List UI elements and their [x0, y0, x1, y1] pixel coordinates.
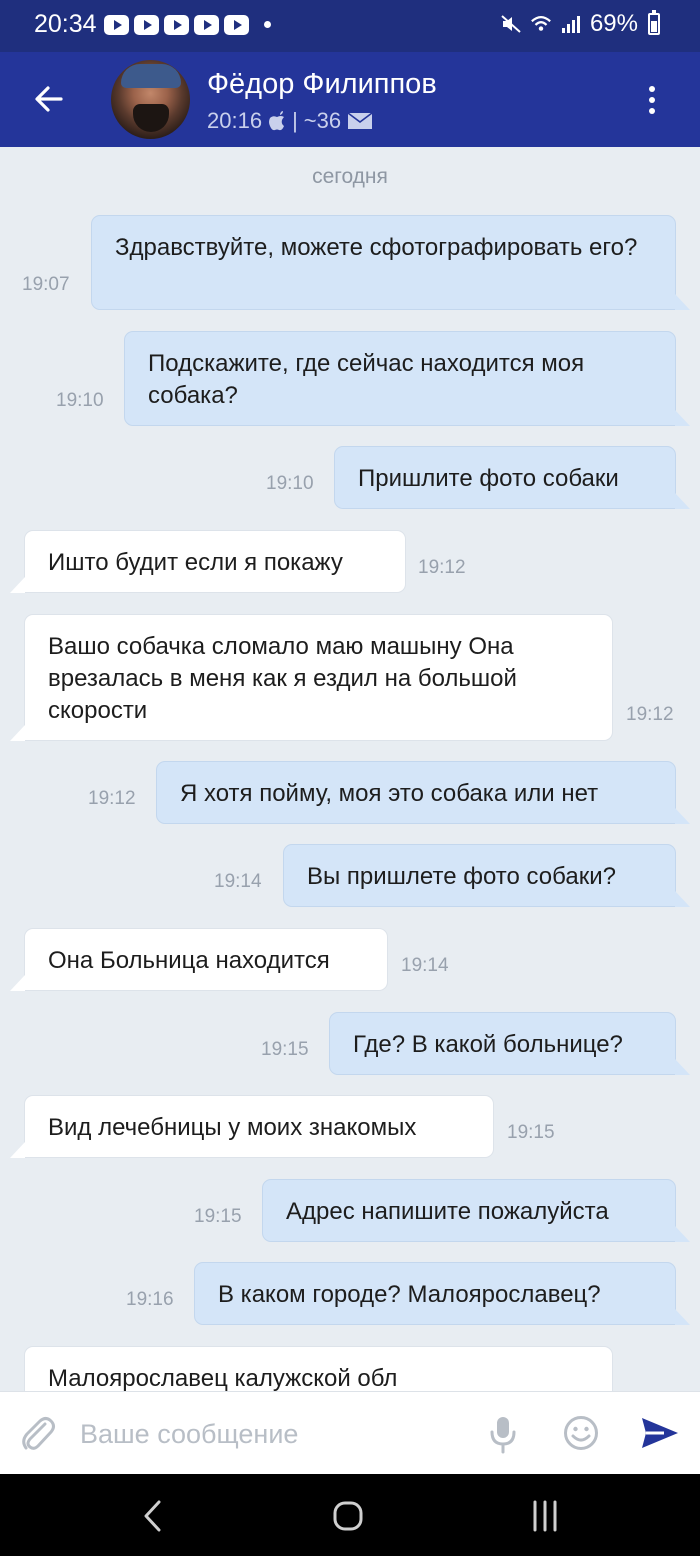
- outgoing-message[interactable]: Вы пришлете фото собаки?: [283, 844, 690, 907]
- message-text: Вид лечебницы у моих знакомых: [48, 1114, 417, 1141]
- status-bar: 20:34 69%: [0, 0, 700, 52]
- voice-message-button[interactable]: [486, 1412, 520, 1456]
- last-seen-time: 20:16: [207, 108, 263, 133]
- separator: |: [292, 108, 298, 133]
- nav-home-button[interactable]: [325, 1494, 371, 1538]
- message-time: 19:15: [507, 1122, 555, 1143]
- message-time: 19:14: [214, 871, 262, 892]
- message-input[interactable]: [80, 1414, 470, 1454]
- microphone-icon: [490, 1417, 516, 1454]
- message-text: Малоярославец калужской обл: [48, 1365, 398, 1391]
- avatar-hat: [121, 64, 181, 88]
- back-arrow-icon: [35, 86, 63, 112]
- nav-back-icon: [144, 1500, 161, 1532]
- message-count: ~36: [303, 108, 342, 133]
- message-list[interactable]: сегодня Здравствуйте, можете сфотографир…: [0, 147, 700, 1391]
- mute-icon: [501, 15, 521, 33]
- youtube-notification-icon: [104, 15, 129, 35]
- message-text: В каком городе? Малоярославец?: [218, 1281, 601, 1308]
- contact-status: 20:16 | ~36: [207, 108, 373, 134]
- paperclip-icon: [22, 1417, 55, 1450]
- message-text: Где? В какой больнице?: [353, 1031, 623, 1058]
- wifi-icon: [531, 16, 551, 31]
- nav-back-button[interactable]: [130, 1494, 176, 1538]
- send-icon: [642, 1418, 678, 1448]
- message-text: Пришлите фото собаки: [358, 465, 619, 492]
- outgoing-message[interactable]: Адрес напишите пожалуйста: [262, 1179, 690, 1242]
- incoming-message[interactable]: Ишто будит если я покажу: [10, 530, 406, 593]
- message-text: Она Больница находится: [48, 947, 330, 974]
- more-notifications-dot-icon: [264, 21, 271, 28]
- emoji-button[interactable]: [562, 1412, 600, 1454]
- send-button[interactable]: [638, 1410, 682, 1456]
- message-text: Адрес напишите пожалуйста: [286, 1198, 609, 1225]
- youtube-notification-icon: [134, 15, 159, 35]
- message-time: 19:15: [261, 1039, 309, 1060]
- nav-home-icon: [333, 1501, 363, 1531]
- notification-icons: [104, 15, 249, 37]
- signal-icon: [561, 16, 580, 33]
- date-separator: сегодня: [312, 165, 388, 188]
- outgoing-message[interactable]: Где? В какой больнице?: [329, 1012, 690, 1075]
- contact-name[interactable]: Фёдор Филиппов: [207, 68, 437, 101]
- message-time: 19:15: [194, 1206, 242, 1227]
- youtube-notification-icon: [224, 15, 249, 35]
- status-indicators: 69%: [500, 10, 660, 38]
- nav-recents-icon: [533, 1500, 557, 1532]
- more-vertical-icon: [649, 97, 655, 103]
- message-text: Подскажите, где сейчас находится моя соб…: [148, 350, 585, 409]
- outgoing-message[interactable]: Подскажите, где сейчас находится моя соб…: [124, 331, 690, 426]
- battery-icon: [648, 10, 660, 35]
- outgoing-message[interactable]: Я хотя пойму, моя это собака или нет: [156, 761, 690, 824]
- message-text: Ишто будит если я покажу: [48, 549, 343, 576]
- apple-icon: [269, 111, 285, 131]
- mail-icon: [347, 112, 373, 129]
- message-time: 19:14: [401, 955, 449, 976]
- more-vertical-icon: [649, 108, 655, 114]
- message-text: Вашо собачка сломало маю машыну Она врез…: [48, 633, 517, 724]
- message-time: 19:12: [626, 704, 674, 725]
- attach-button[interactable]: [18, 1412, 58, 1456]
- message-text: Вы пришлете фото собаки?: [307, 863, 616, 890]
- emoji-icon: [564, 1416, 598, 1450]
- youtube-notification-icon: [194, 15, 219, 35]
- outgoing-message[interactable]: В каком городе? Малоярославец?: [194, 1262, 690, 1325]
- outgoing-message[interactable]: Здравствуйте, можете сфотографировать ег…: [91, 215, 690, 310]
- avatar-beard: [133, 104, 169, 132]
- message-composer: [0, 1391, 700, 1474]
- message-time: 19:07: [22, 274, 70, 295]
- incoming-message[interactable]: Она Больница находится: [10, 928, 388, 991]
- message-time: 19:12: [418, 557, 466, 578]
- back-button[interactable]: [24, 74, 74, 124]
- message-text: Я хотя пойму, моя это собака или нет: [180, 780, 599, 807]
- avatar[interactable]: [111, 60, 190, 139]
- more-options-button[interactable]: [636, 80, 668, 120]
- incoming-message[interactable]: Вашо собачка сломало маю машыну Она врез…: [10, 614, 613, 741]
- message-time: 19:10: [56, 390, 104, 411]
- status-time: 20:34: [34, 10, 97, 38]
- outgoing-message[interactable]: Пришлите фото собаки: [334, 446, 690, 509]
- incoming-message[interactable]: Вид лечебницы у моих знакомых: [10, 1095, 494, 1158]
- message-time: 19:16: [126, 1289, 174, 1310]
- message-text: Здравствуйте, можете сфотографировать ег…: [115, 234, 638, 261]
- incoming-message[interactable]: Малоярославец калужской обл: [24, 1346, 613, 1391]
- battery-percent: 69%: [589, 10, 638, 37]
- nav-recents-button[interactable]: [522, 1494, 568, 1538]
- more-vertical-icon: [649, 86, 655, 92]
- system-navigation-bar: [0, 1474, 700, 1556]
- message-time: 19:12: [88, 788, 136, 809]
- message-time: 19:10: [266, 473, 314, 494]
- youtube-notification-icon: [164, 15, 189, 35]
- chat-header: Фёдор Филиппов 20:16 | ~36: [0, 52, 700, 147]
